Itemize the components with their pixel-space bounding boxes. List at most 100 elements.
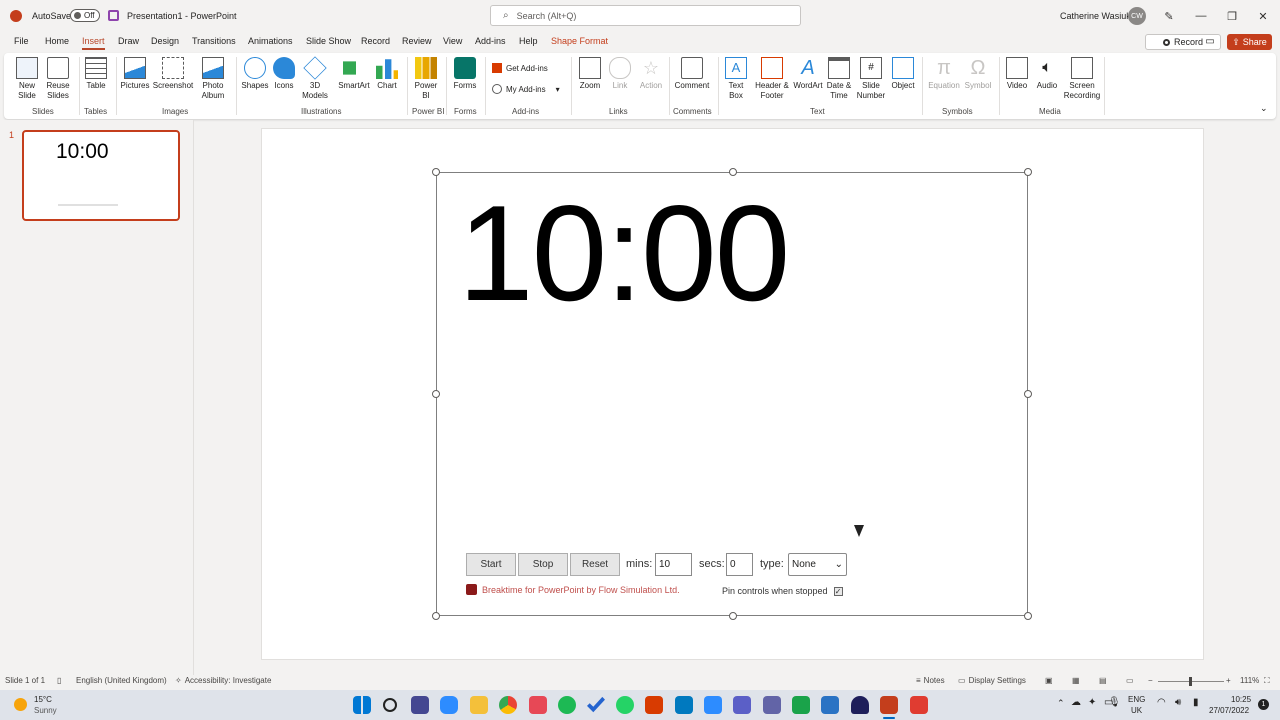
equation-button[interactable]: π Equation xyxy=(926,57,962,91)
object-button[interactable]: Object xyxy=(888,57,918,91)
resize-handle-top-right[interactable] xyxy=(1024,168,1032,176)
3d-models-button[interactable]: 3D Models xyxy=(298,56,332,101)
weather-description[interactable]: Sunny xyxy=(34,706,57,715)
type-select[interactable]: None ⌄ xyxy=(788,553,847,576)
teams-chat-icon[interactable] xyxy=(411,696,429,714)
notepad-icon[interactable] xyxy=(821,696,839,714)
teams-classic-icon[interactable] xyxy=(763,696,781,714)
tab-home[interactable]: Home xyxy=(45,36,69,46)
pen-icon[interactable]: ✎ xyxy=(1154,4,1184,28)
tab-animations[interactable]: Animations xyxy=(248,36,293,46)
text-box-button[interactable]: A Text Box xyxy=(722,57,750,101)
restore-icon[interactable]: ❐ xyxy=(1217,4,1247,28)
search-icon[interactable] xyxy=(383,698,397,712)
tab-review[interactable]: Review xyxy=(402,36,432,46)
reuse-slides-button[interactable]: Reuse Slides xyxy=(42,57,74,101)
zoom-out-icon[interactable]: − xyxy=(1148,676,1153,685)
tab-file[interactable]: File xyxy=(14,36,29,46)
notification-badge[interactable]: 1 xyxy=(1258,699,1269,710)
zoom-slider-thumb[interactable] xyxy=(1189,677,1192,686)
icons-button[interactable]: Icons xyxy=(270,57,298,91)
comments-icon[interactable]: ▭ xyxy=(1200,34,1220,50)
mins-input[interactable]: 10 xyxy=(655,553,692,576)
tab-view[interactable]: View xyxy=(443,36,462,46)
whatsapp-icon[interactable] xyxy=(616,696,634,714)
save-icon[interactable] xyxy=(108,10,119,21)
shapes-button[interactable]: Shapes xyxy=(240,57,270,91)
tab-add-ins[interactable]: Add-ins xyxy=(475,36,506,46)
credit-link[interactable]: Breaktime for PowerPoint by Flow Simulat… xyxy=(466,584,680,595)
language-indicator[interactable]: English (United Kingdom) xyxy=(76,676,167,685)
tab-record[interactable]: Record xyxy=(361,36,390,46)
show-hidden-icons[interactable]: ⌃ xyxy=(1057,698,1065,709)
slide-number-button[interactable]: # Slide Number xyxy=(854,57,888,101)
start-icon[interactable] xyxy=(353,696,371,714)
tab-insert[interactable]: Insert xyxy=(82,36,105,50)
link-button[interactable]: Link xyxy=(606,57,634,91)
fit-slide-icon[interactable]: ⛶ xyxy=(1264,676,1270,686)
slideshow-icon[interactable]: ▭ xyxy=(1126,676,1134,685)
chart-button[interactable]: Chart xyxy=(374,57,400,91)
resize-handle-bottom[interactable] xyxy=(729,612,737,620)
comment-button[interactable]: Comment xyxy=(672,57,712,91)
battery-icon[interactable]: ▮ xyxy=(1193,697,1199,708)
camtasia-recorder-icon[interactable] xyxy=(910,696,928,714)
tab-design[interactable]: Design xyxy=(151,36,179,46)
table-button[interactable]: Table xyxy=(82,57,110,91)
display-settings-button[interactable]: ▭ Display Settings xyxy=(958,676,1026,685)
screenshot-button[interactable]: Screenshot xyxy=(152,57,194,91)
symbol-button[interactable]: Ω Symbol xyxy=(962,57,994,91)
date-time-button[interactable]: Date & Time xyxy=(824,57,854,101)
zoom-button[interactable]: Zoom xyxy=(576,57,604,91)
my-add-ins-button[interactable]: My Add-ins ▾ xyxy=(492,84,560,94)
smartart-button[interactable]: SmartArt xyxy=(336,57,372,91)
onedrive-icon[interactable]: ☁ xyxy=(1071,697,1081,708)
clock-time[interactable]: 10:25 xyxy=(1231,695,1251,704)
audio-button[interactable]: 🔈︎ Audio xyxy=(1032,57,1062,91)
tab-transitions[interactable]: Transitions xyxy=(192,36,236,46)
file-explorer-icon[interactable] xyxy=(470,696,488,714)
photo-album-button[interactable]: Photo Album xyxy=(196,57,230,101)
language-line-1[interactable]: ENG xyxy=(1128,695,1145,704)
minimize-icon[interactable]: — xyxy=(1186,4,1216,28)
slide-thumbnail[interactable]: 10:00 xyxy=(22,130,180,221)
clock-date[interactable]: 27/07/2022 xyxy=(1209,706,1249,715)
resize-handle-bottom-right[interactable] xyxy=(1024,612,1032,620)
trello-icon[interactable] xyxy=(675,696,693,714)
slide-sorter-icon[interactable]: ▦ xyxy=(1072,676,1080,685)
spotify-icon[interactable] xyxy=(558,696,576,714)
reading-view-icon[interactable]: ▤ xyxy=(1099,676,1107,685)
pin-checkbox[interactable]: ✓ xyxy=(833,586,843,596)
powerpoint-taskbar-icon[interactable] xyxy=(880,696,898,714)
camtasia-icon[interactable] xyxy=(792,696,810,714)
avatar[interactable]: CW xyxy=(1128,7,1146,25)
resize-handle-right[interactable] xyxy=(1024,390,1032,398)
close-icon[interactable]: ✕ xyxy=(1248,4,1278,28)
screen-recording-button[interactable]: Screen Recording xyxy=(1062,57,1102,101)
weather-temperature[interactable]: 15°C xyxy=(34,695,52,704)
resize-handle-bottom-left[interactable] xyxy=(432,612,440,620)
resize-handle-top-left[interactable] xyxy=(432,168,440,176)
office-icon[interactable] xyxy=(645,696,663,714)
todo-icon[interactable] xyxy=(587,696,605,713)
reset-button[interactable]: Reset xyxy=(570,553,620,576)
zoom-level[interactable]: 111% xyxy=(1240,676,1259,685)
collapse-ribbon-icon[interactable]: ⌄ xyxy=(1260,103,1268,114)
zoom-in-icon[interactable]: + xyxy=(1226,676,1231,685)
accessibility-button[interactable]: ✧ Accessibility: Investigate xyxy=(175,676,271,685)
zoom-slider[interactable] xyxy=(1158,677,1224,686)
spellcheck-icon[interactable]: ▯ xyxy=(57,676,61,685)
volume-icon[interactable]: 🔊︎ xyxy=(1175,697,1181,708)
tab-draw[interactable]: Draw xyxy=(118,36,139,46)
power-bi-button[interactable]: Power BI xyxy=(410,57,442,101)
autosave-toggle[interactable]: Off xyxy=(70,9,100,22)
pane-divider[interactable] xyxy=(193,120,194,675)
resize-handle-left[interactable] xyxy=(432,390,440,398)
wordart-button[interactable]: A WordArt xyxy=(790,57,826,91)
new-slide-button[interactable]: New Slide xyxy=(12,57,42,101)
pictures-button[interactable]: Pictures xyxy=(118,57,152,91)
normal-view-icon[interactable]: ▣ xyxy=(1045,676,1053,685)
headphones-icon[interactable] xyxy=(851,696,869,714)
chrome-icon[interactable] xyxy=(499,696,517,714)
stop-button[interactable]: Stop xyxy=(518,553,568,576)
